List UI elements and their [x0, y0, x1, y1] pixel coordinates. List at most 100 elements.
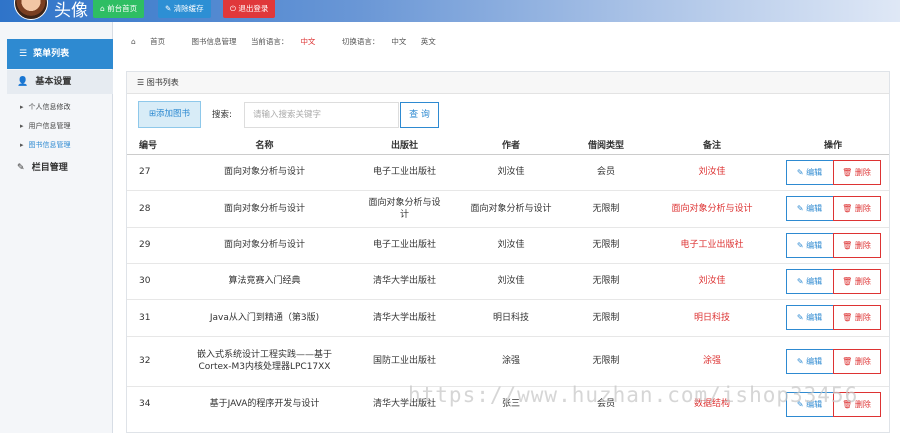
cell-id: 34 [127, 385, 177, 422]
delete-button[interactable]: 🗑 删除 [832, 268, 881, 294]
table-row: 27 面向对象分析与设计 电子工业出版社 刘汝佳 会员 刘汝佳 ✎ 编辑 🗑 删除 [127, 153, 889, 190]
edit-icon: ✎ [796, 276, 804, 286]
clear-cache-button[interactable]: ✎ 清除缓存 [158, 0, 211, 18]
switch-language: 切换语言： 中文 英文 [341, 37, 436, 46]
user-icon: 👤 [17, 77, 29, 87]
cell-type: 会员 [565, 385, 647, 422]
table-row: 28 面向对象分析与设计 面向对象分析与设计 面向对象分析与设计 无限制 面向对象分析与设… [127, 189, 889, 227]
cell-publisher: 清华大学出版社 [352, 262, 457, 299]
edit-icon: ✎ [17, 163, 25, 173]
sidebar-item-books[interactable]: ▸ 图书信息管理 [20, 140, 71, 150]
delete-button[interactable]: 🗑 删除 [832, 391, 881, 417]
menu-icon: ☰ [19, 49, 28, 59]
power-icon: ⏻ [230, 4, 236, 13]
sidebar-group-basic-settings[interactable]: 👤 基本设置 [7, 70, 113, 94]
trash-icon: 🗑 [842, 240, 853, 250]
col-actions: 操作 [777, 136, 889, 155]
breadcrumb: ⌂ 首页 图书信息管理 当前语言： 中文 切换语言： 中文 英文 [131, 36, 460, 47]
table-row: 34 基于JAVA的程序开发与设计 清华大学出版社 张三 会员 数据结构 ✎ 编辑 🗑 删除 [127, 385, 889, 422]
col-publisher: 出版社 [352, 136, 457, 155]
edit-button[interactable]: ✎ 编辑 [785, 159, 834, 185]
top-bar: 头像 ⌂ 前台首页 ✎ 清除缓存 ⏻ 退出登录 [0, 0, 900, 22]
delete-button[interactable]: 🗑 删除 [832, 305, 881, 330]
frontend-home-button[interactable]: ⌂ 前台首页 [93, 0, 145, 18]
trash-icon: 🗑 [842, 356, 853, 366]
edit-icon: ✎ [796, 313, 804, 322]
cell-type: 无限制 [565, 189, 647, 227]
avatar[interactable] [14, 0, 48, 20]
cell-note: 涂强 [647, 335, 777, 386]
edit-button[interactable]: ✎ 编辑 [785, 305, 834, 330]
cell-author: 面向对象分析与设计 [457, 189, 565, 227]
cell-name: 嵌入式系统设计工程实践——基于Cortex-M3内核处理器LPC17XX [177, 335, 352, 386]
book-table: 编号 名称 出版社 作者 借阅类型 备注 操作 27 面向对象分析与设计 电子工业出… [127, 136, 889, 422]
cell-publisher: 电子工业出版社 [352, 153, 457, 190]
delete-button[interactable]: 🗑 删除 [832, 348, 881, 374]
edit-icon: ✎ [796, 204, 804, 213]
sidebar-group-columns[interactable]: ✎ 栏目管理 [7, 156, 113, 180]
search-button[interactable]: 查 询 [400, 102, 439, 128]
edit-icon: ✎ [796, 167, 804, 177]
cell-note: 面向对象分析与设计 [647, 189, 777, 227]
cell-type: 无限制 [565, 335, 647, 386]
edit-button[interactable]: ✎ 编辑 [785, 196, 834, 221]
sidebar-item-users[interactable]: ▸ 用户信息管理 [20, 121, 71, 131]
delete-button[interactable]: 🗑 删除 [832, 159, 881, 185]
cell-name: 基于JAVA的程序开发与设计 [177, 385, 352, 422]
edit-button[interactable]: ✎ 编辑 [785, 232, 834, 258]
cell-actions: ✎ 编辑 🗑 删除 [777, 189, 889, 227]
panel-title: ☰ 图书列表 [127, 72, 889, 94]
cell-author: 涂强 [457, 335, 565, 386]
list-icon: ☰ [137, 78, 145, 87]
cell-actions: ✎ 编辑 🗑 删除 [777, 153, 889, 190]
sidebar-heading: ☰ 菜单列表 [7, 39, 113, 69]
delete-button[interactable]: 🗑 删除 [832, 232, 881, 258]
col-note: 备注 [647, 136, 777, 155]
trash-icon: 🗑 [842, 276, 853, 286]
edit-button[interactable]: ✎ 编辑 [785, 348, 834, 374]
lang-en-link[interactable]: 英文 [421, 37, 436, 46]
lang-cn-link[interactable]: 中文 [391, 37, 406, 46]
cell-name: 面向对象分析与设计 [177, 226, 352, 263]
cell-author: 张三 [457, 385, 565, 422]
delete-button[interactable]: 🗑 删除 [832, 196, 881, 221]
edit-icon: ✎ [796, 240, 804, 250]
logout-button[interactable]: ⏻ 退出登录 [223, 0, 276, 18]
breadcrumb-current: 图书信息管理 [191, 37, 237, 46]
cell-type: 无限制 [565, 298, 647, 336]
col-name: 名称 [177, 136, 352, 155]
cell-actions: ✎ 编辑 🗑 删除 [777, 335, 889, 386]
col-author: 作者 [457, 136, 565, 155]
cell-publisher: 清华大学出版社 [352, 298, 457, 336]
cell-note: 刘汝佳 [647, 262, 777, 299]
search-input[interactable]: 请输入搜索关键字 [244, 102, 399, 128]
table-row: 29 面向对象分析与设计 电子工业出版社 刘汝佳 无限制 电子工业出版社 ✎ 编辑 🗑 删除 [127, 226, 889, 263]
plus-icon: ⊞ [148, 109, 157, 119]
book-list-panel: ☰ 图书列表 ⊞添加图书 搜索: 请输入搜索关键字 查 询 编号 名称 出版社 … [126, 71, 890, 433]
cell-type: 无限制 [565, 226, 647, 263]
trash-icon: 🗑 [842, 204, 853, 213]
home-icon: ⌂ [131, 37, 136, 46]
caret-right-icon: ▸ [20, 122, 24, 130]
col-type: 借阅类型 [565, 136, 647, 155]
wrench-icon: ✎ [165, 4, 172, 13]
trash-icon: 🗑 [842, 167, 853, 177]
breadcrumb-home[interactable]: ⌂ 首页 [131, 37, 177, 46]
cell-name: Java从入门到精通（第3版) [177, 298, 352, 336]
cell-id: 27 [127, 153, 177, 190]
cell-publisher: 清华大学出版社 [352, 385, 457, 422]
sidebar-item-profile[interactable]: ▸ 个人信息修改 [20, 102, 71, 112]
edit-button[interactable]: ✎ 编辑 [785, 391, 834, 417]
cell-note: 刘汝佳 [647, 153, 777, 190]
cell-actions: ✎ 编辑 🗑 删除 [777, 226, 889, 263]
trash-icon: 🗑 [842, 313, 853, 322]
caret-right-icon: ▸ [20, 141, 24, 149]
edit-button[interactable]: ✎ 编辑 [785, 268, 834, 294]
cell-name: 面向对象分析与设计 [177, 153, 352, 190]
search-label: 搜索: [212, 110, 232, 120]
trash-icon: 🗑 [842, 399, 853, 409]
cell-type: 无限制 [565, 262, 647, 299]
cell-note: 数据结构 [647, 385, 777, 422]
cell-id: 31 [127, 298, 177, 336]
add-book-button[interactable]: ⊞添加图书 [138, 101, 201, 128]
